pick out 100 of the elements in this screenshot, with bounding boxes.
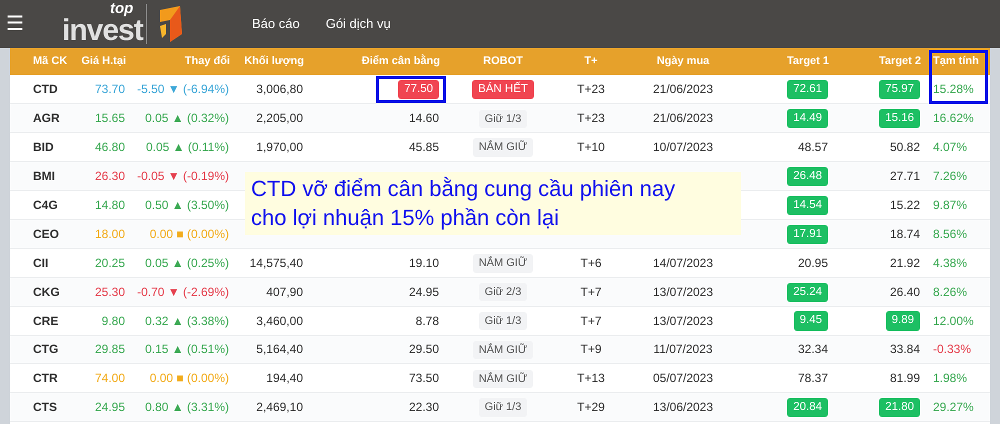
stock-code: CTG xyxy=(33,342,58,356)
change-text: 0.00 ■ (0.00%) xyxy=(150,226,229,241)
date-text: 21/06/2023 xyxy=(652,82,714,96)
price-text: 74.00 xyxy=(94,371,125,386)
change-text: -0.05 ▼ (-0.19%) xyxy=(137,169,229,184)
result-percent: 7.26% xyxy=(933,169,968,184)
column-header: Ngày mua xyxy=(656,55,710,68)
result-percent: 4.38% xyxy=(933,256,968,270)
price-text: 9.80 xyxy=(102,314,125,328)
target-value: 14.54 xyxy=(787,196,828,216)
date-text: 11/07/2023 xyxy=(653,342,713,356)
change-text: 0.80 ▲ (3.31%) xyxy=(145,400,229,414)
target-value: 25.24 xyxy=(787,282,828,302)
target-value: 17.91 xyxy=(787,224,828,244)
balance-value: 29.50 xyxy=(408,342,439,356)
stock-code: CII xyxy=(33,256,48,270)
days-text: T+7 xyxy=(580,314,602,328)
days-text: T+23 xyxy=(577,111,605,126)
column-header: Mã CK xyxy=(33,55,68,68)
volume-text: 407,90 xyxy=(266,284,303,299)
target-value: 14.49 xyxy=(787,109,828,128)
result-percent: 1.98% xyxy=(933,371,968,386)
result-percent: 12.00% xyxy=(933,314,974,328)
change-text: 0.00 ■ (0.00%) xyxy=(150,371,229,386)
change-text: 0.32 ▲ (3.38%) xyxy=(145,314,229,328)
days-text: T+23 xyxy=(577,82,605,96)
days-text: T+7 xyxy=(580,284,602,299)
target-value: 27.71 xyxy=(890,169,920,184)
stock-code: CTR xyxy=(33,371,58,386)
stock-code: CTD xyxy=(33,82,58,96)
robot-badge: Giữ 1/3 xyxy=(478,110,528,128)
volume-text: 14,575,40 xyxy=(250,256,303,270)
target-value: 48.57 xyxy=(798,140,828,154)
volume-text: 2,205,00 xyxy=(256,111,303,126)
target-value: 72.61 xyxy=(787,80,828,100)
change-text: 0.05 ▲ (0.11%) xyxy=(146,140,229,154)
target-value: 81.99 xyxy=(890,371,920,386)
robot-badge: NẮM GIỮ xyxy=(472,138,534,157)
target-value: 21.92 xyxy=(890,256,920,270)
robot-badge: Giữ 1/3 xyxy=(478,312,528,330)
volume-text: 194,40 xyxy=(266,371,303,386)
result-percent: 4.07% xyxy=(933,140,968,154)
price-text: 26.30 xyxy=(94,169,125,184)
date-text: 13/06/2023 xyxy=(652,400,714,414)
robot-badge: NẮM GIỮ xyxy=(472,340,534,360)
robot-badge: NẮM GIỮ xyxy=(472,370,534,388)
robot-badge: BÁN HẾT xyxy=(472,80,534,100)
date-text: 10/07/2023 xyxy=(652,140,714,154)
price-text: 15.65 xyxy=(94,111,125,126)
stock-code: CKG xyxy=(33,284,60,299)
stock-code: C4G xyxy=(33,198,58,212)
balance-value: 22.30 xyxy=(408,400,439,414)
nav-link[interactable]: Báo cáo xyxy=(252,14,300,34)
volume-text: 3,460,00 xyxy=(256,314,303,328)
balance-value: 8.78 xyxy=(416,314,439,328)
balance-value: 77.50 xyxy=(398,80,439,100)
result-percent: 8.26% xyxy=(933,284,968,299)
price-text: 25.30 xyxy=(94,284,125,299)
menu-icon[interactable]: ☰ xyxy=(6,14,32,34)
price-text: 73.70 xyxy=(94,82,125,96)
price-text: 14.80 xyxy=(94,198,125,212)
stock-code: CEO xyxy=(33,226,60,241)
column-header: Điểm cân bằng xyxy=(362,55,440,68)
nav-link[interactable]: Gói dịch vụ xyxy=(326,14,391,34)
date-text: 14/07/2023 xyxy=(652,256,714,270)
balance-value: 14.60 xyxy=(408,111,439,126)
stock-code: AGR xyxy=(33,111,60,126)
balance-value: 24.95 xyxy=(408,284,439,299)
change-text: -0.70 ▼ (-2.69%) xyxy=(137,284,229,299)
stock-code: CRE xyxy=(33,314,58,328)
robot-badge: NẮM GIỮ xyxy=(472,254,534,273)
price-text: 29.85 xyxy=(94,342,125,356)
result-percent: 8.56% xyxy=(933,226,968,241)
target-value: 26.40 xyxy=(890,284,920,299)
target-value: 9.89 xyxy=(886,311,920,331)
column-header: Giá H.tại xyxy=(81,55,126,68)
column-header: Target 1 xyxy=(787,55,829,68)
date-text: 05/07/2023 xyxy=(652,371,714,386)
change-text: 0.50 ▲ (3.50%) xyxy=(145,198,229,212)
target-value: 20.95 xyxy=(798,256,828,270)
volume-text: 5,164,40 xyxy=(256,342,303,356)
change-text: 0.05 ▲ (0.25%) xyxy=(145,256,229,270)
change-text: 0.15 ▲ (0.51%) xyxy=(145,342,229,356)
stock-code: CTS xyxy=(33,400,57,414)
target-value: 9.45 xyxy=(794,311,828,331)
target-value: 20.84 xyxy=(787,398,828,418)
column-header: ROBOT xyxy=(483,55,523,68)
days-text: T+9 xyxy=(580,342,602,356)
robot-badge: Giữ 2/3 xyxy=(478,282,528,302)
column-header: Thay đổi xyxy=(184,55,230,68)
stock-code: BID xyxy=(33,140,54,154)
target-value: 50.82 xyxy=(890,140,920,154)
target-value: 33.84 xyxy=(890,342,920,356)
change-text: 0.05 ▲ (0.32%) xyxy=(145,111,229,126)
result-percent: 9.87% xyxy=(933,198,968,212)
target-value: 32.34 xyxy=(798,342,828,356)
balance-value: 45.85 xyxy=(408,140,439,154)
volume-text: 3,006,80 xyxy=(256,82,303,96)
target-value: 15.22 xyxy=(890,198,920,212)
price-text: 24.95 xyxy=(94,400,125,414)
